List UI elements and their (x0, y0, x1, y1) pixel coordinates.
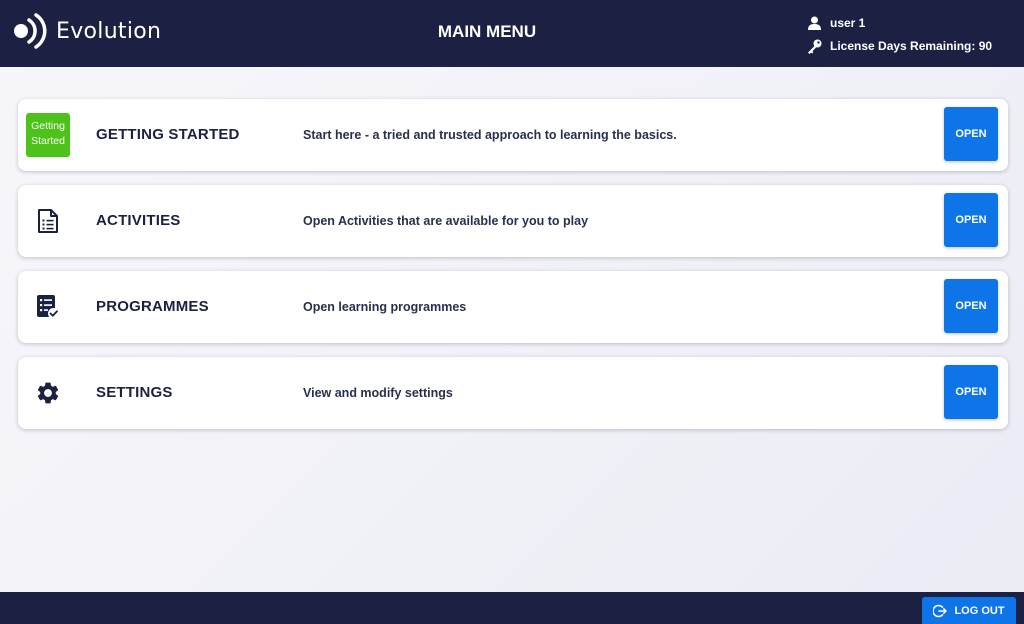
menu-card-description: Open learning programmes (303, 300, 467, 314)
document-list-icon (26, 199, 70, 243)
user-icon (806, 15, 822, 31)
user-info: user 1 License Days Remaining: 90 (806, 14, 992, 60)
menu-card-title: ACTIVITIES (96, 212, 181, 229)
main-menu-list: Getting Started GETTING STARTED Start he… (18, 99, 1008, 443)
menu-card-description: Open Activities that are available for y… (303, 214, 589, 228)
bottom-bar: LOG OUT (0, 592, 1024, 624)
badge-line-1: Getting (31, 120, 65, 132)
user-line: user 1 (806, 14, 992, 32)
menu-card-settings[interactable]: SETTINGS View and modify settings OPEN (18, 357, 1008, 429)
menu-card-programmes[interactable]: PROGRAMMES Open learning programmes OPEN (18, 271, 1008, 343)
menu-card-activities[interactable]: ACTIVITIES Open Activities that are avai… (18, 185, 1008, 257)
menu-card-title: GETTING STARTED (96, 126, 240, 143)
logout-label: LOG OUT (954, 604, 1005, 617)
menu-card-description: Start here - a tried and trusted approac… (303, 128, 677, 142)
open-programmes-button[interactable]: OPEN (944, 279, 998, 333)
menu-card-title: SETTINGS (96, 384, 173, 401)
top-bar: Evolution MAIN MENU user 1 License Days … (0, 0, 1024, 67)
open-settings-button[interactable]: OPEN (944, 365, 998, 419)
menu-card-title: PROGRAMMES (96, 298, 209, 315)
menu-card-getting-started[interactable]: Getting Started GETTING STARTED Start he… (18, 99, 1008, 171)
open-getting-started-button[interactable]: OPEN (944, 107, 998, 161)
gear-icon (26, 371, 70, 415)
badge-line-2: Started (31, 135, 65, 147)
logout-button[interactable]: LOG OUT (922, 597, 1016, 624)
getting-started-badge-icon: Getting Started (26, 113, 70, 157)
license-days: License Days Remaining: 90 (830, 39, 993, 53)
license-line: License Days Remaining: 90 (806, 37, 992, 55)
username: user 1 (830, 16, 866, 30)
menu-card-description: View and modify settings (303, 386, 453, 400)
logout-icon (933, 604, 948, 618)
key-icon (806, 38, 822, 54)
open-activities-button[interactable]: OPEN (944, 193, 998, 247)
checklist-icon (26, 285, 70, 329)
